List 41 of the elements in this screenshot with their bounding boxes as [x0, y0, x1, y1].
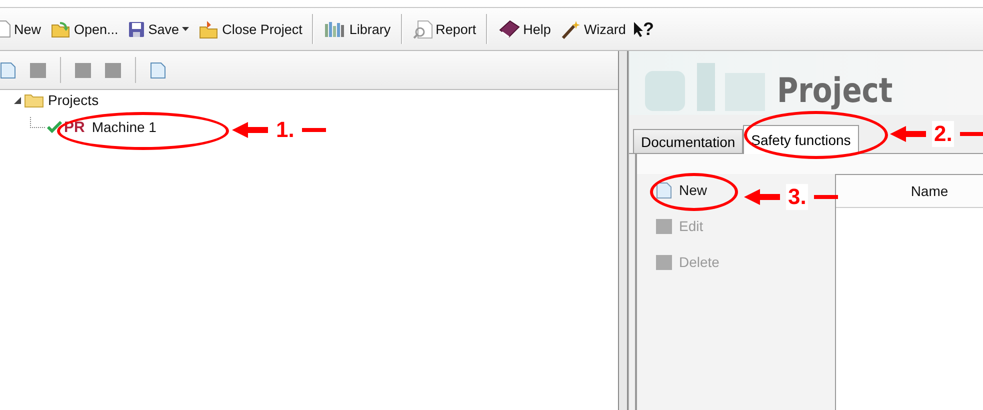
- toolbar-button[interactable]: Save: [125, 18, 192, 40]
- folder-icon: [199, 20, 220, 38]
- callout-arrow: [232, 122, 268, 138]
- step-number: 2.: [932, 121, 954, 147]
- toolbar-button[interactable]: Open...: [48, 18, 122, 40]
- book-icon: [498, 20, 520, 38]
- tab[interactable]: Documentation: [633, 129, 744, 153]
- dropdown-caret-icon: [182, 27, 190, 31]
- toolbar-button[interactable]: Close Project: [196, 18, 306, 40]
- toolbar-button[interactable]: Wizard: [558, 18, 629, 40]
- callout-arrow: [890, 126, 926, 142]
- toolbar-button[interactable]: Library: [321, 18, 394, 40]
- toolbar-button[interactable]: New: [0, 18, 44, 40]
- expand-triangle-icon[interactable]: [14, 96, 21, 104]
- splitter-bar[interactable]: [618, 51, 628, 410]
- column-header[interactable]: Name: [836, 175, 983, 207]
- square-icon: [74, 61, 92, 79]
- cursor-icon: [632, 21, 643, 37]
- page-icon: [655, 181, 673, 199]
- command-button[interactable]: New: [651, 174, 712, 206]
- square-icon: [104, 61, 122, 79]
- tab[interactable]: Safety functions: [743, 125, 859, 154]
- page-icon: [149, 61, 167, 79]
- page-icon: [0, 61, 17, 79]
- page-icon: [0, 20, 11, 38]
- folder-icon: [51, 20, 72, 38]
- tree-item[interactable]: Projects: [47, 92, 100, 108]
- folder-icon: [24, 92, 44, 108]
- whats-this-button[interactable]: ?: [632, 18, 654, 40]
- toolbar-button[interactable]: Report: [410, 18, 480, 40]
- callout-arrow: [744, 189, 780, 205]
- square-icon: [655, 217, 673, 235]
- square-icon: [29, 61, 47, 79]
- leader-line: [960, 132, 983, 136]
- square-icon: [655, 253, 673, 271]
- banner-title: Project: [777, 71, 893, 111]
- magic-wand-icon: [560, 20, 581, 38]
- step-number: 3.: [786, 184, 808, 210]
- toolbar-button[interactable]: Help: [495, 18, 554, 40]
- report-icon: [412, 20, 433, 38]
- tree-item[interactable]: Machine 1: [90, 119, 158, 135]
